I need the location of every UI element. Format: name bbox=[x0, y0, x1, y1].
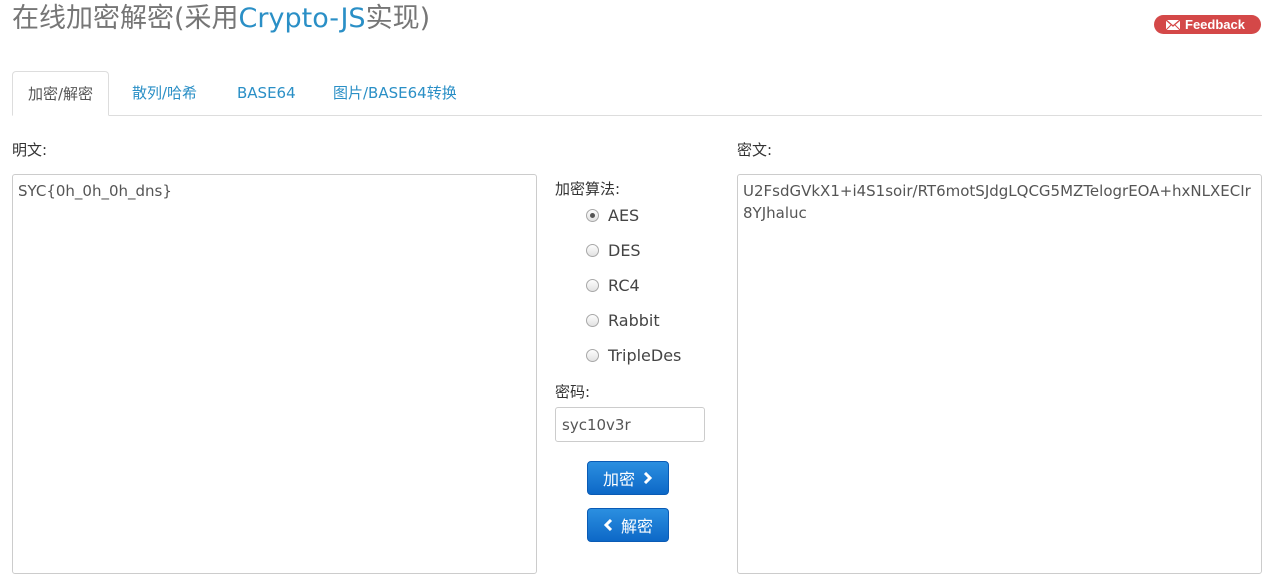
radio-label: DES bbox=[608, 240, 641, 260]
radio-option-aes[interactable]: AES bbox=[586, 204, 639, 226]
plaintext-textarea[interactable]: SYC{0h_0h_0h_dns} bbox=[12, 174, 537, 574]
ciphertext-label: 密文: bbox=[737, 141, 773, 159]
radio-label: TripleDes bbox=[608, 345, 682, 365]
password-input[interactable] bbox=[555, 407, 705, 442]
decrypt-label: 解密 bbox=[620, 517, 653, 536]
radio-button[interactable] bbox=[586, 313, 599, 327]
tab-hash[interactable]: 散列/哈希 bbox=[132, 71, 197, 116]
page-title: 在线加密解密(采用Crypto-JS实现) bbox=[12, 0, 430, 38]
radio-button-checked[interactable] bbox=[586, 208, 599, 222]
radio-option-rabbit[interactable]: Rabbit bbox=[586, 309, 660, 331]
page-title-prefix: 在线加密解密(采用 bbox=[12, 3, 239, 34]
chevron-left-icon bbox=[603, 519, 613, 531]
password-label: 密码: bbox=[555, 383, 591, 401]
feedback-button[interactable]: Feedback bbox=[1154, 15, 1261, 34]
tab-bar: 加密/解密 散列/哈希 BASE64 图片/BASE64转换 bbox=[12, 71, 1262, 116]
mail-icon bbox=[1166, 19, 1180, 30]
radio-option-tripledes[interactable]: TripleDes bbox=[586, 344, 681, 366]
tab-encrypt-decrypt[interactable]: 加密/解密 bbox=[12, 71, 110, 116]
radio-label: RC4 bbox=[608, 275, 640, 295]
radio-button[interactable] bbox=[586, 348, 599, 362]
algorithm-label: 加密算法: bbox=[555, 180, 621, 198]
page-title-suffix: 实现) bbox=[365, 3, 431, 34]
radio-option-des[interactable]: DES bbox=[586, 239, 641, 261]
encrypt-label: 加密 bbox=[602, 470, 635, 489]
feedback-label: Feedback bbox=[1185, 17, 1245, 32]
radio-label: AES bbox=[608, 205, 640, 225]
crypto-js-link[interactable]: Crypto-JS bbox=[239, 3, 366, 34]
radio-button[interactable] bbox=[586, 243, 599, 257]
chevron-right-icon bbox=[643, 472, 653, 484]
encrypt-button[interactable]: 加密 bbox=[587, 461, 669, 495]
radio-option-rc4[interactable]: RC4 bbox=[586, 274, 640, 296]
tab-image-base64[interactable]: 图片/BASE64转换 bbox=[333, 71, 457, 116]
radio-button[interactable] bbox=[586, 278, 599, 292]
decrypt-button[interactable]: 解密 bbox=[587, 508, 669, 542]
ciphertext-textarea[interactable]: U2FsdGVkX1+i4S1soir/RT6motSJdgLQCG5MZTel… bbox=[737, 174, 1262, 574]
radio-label: Rabbit bbox=[608, 310, 660, 330]
plaintext-label: 明文: bbox=[12, 141, 48, 159]
tab-base64[interactable]: BASE64 bbox=[237, 71, 296, 116]
